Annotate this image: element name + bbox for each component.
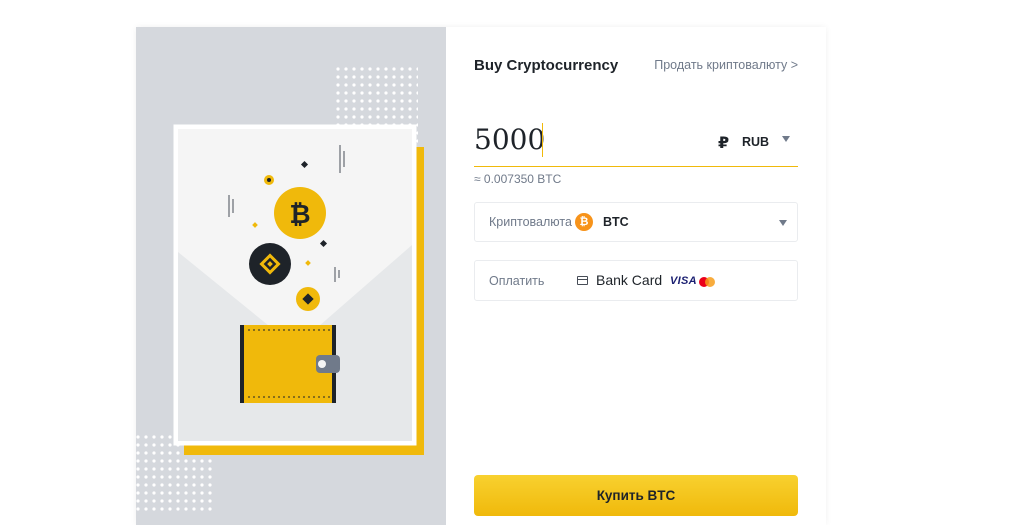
amount-field: ₽ RUB	[474, 119, 798, 167]
card-icon	[577, 276, 588, 285]
crypto-select-value: BTC	[603, 215, 629, 229]
buy-button[interactable]: Купить BTC	[474, 475, 798, 516]
bnb-coin-icon	[249, 243, 291, 285]
chevron-down-icon	[779, 220, 787, 226]
wallet-icon	[240, 325, 340, 403]
currency-chevron-down-icon[interactable]	[782, 136, 790, 142]
sell-crypto-link[interactable]: Продать криптовалюту >	[654, 58, 798, 72]
buy-form: Buy Cryptocurrency Продать криптовалюту …	[446, 27, 826, 525]
visa-logo-icon: VISA	[670, 275, 697, 287]
page-title: Buy Cryptocurrency	[474, 57, 619, 74]
currency-code[interactable]: RUB	[742, 135, 769, 149]
bitcoin-coin-icon: ₿	[274, 187, 326, 239]
crypto-select[interactable]: Криптовалюта ₿ BTC	[474, 202, 798, 242]
wallet-illustration: ₿	[136, 27, 446, 525]
amount-input[interactable]	[474, 119, 684, 159]
buy-crypto-card: ₿ Buy Cryptocurrency Продать криптовалют…	[136, 27, 826, 525]
mastercard-logo-icon	[699, 277, 715, 287]
payment-method-value: Bank Card	[596, 272, 663, 288]
small-coin-icon	[296, 287, 320, 311]
ruble-icon: ₽	[718, 135, 730, 152]
text-caret	[542, 123, 543, 157]
crypto-select-label: Криптовалюта	[489, 215, 572, 229]
svg-text:₿: ₿	[289, 199, 310, 229]
approx-crypto-amount: ≈ 0.007350 BTC	[474, 172, 562, 186]
payment-label: Оплатить	[489, 274, 545, 288]
bitcoin-icon: ₿	[575, 213, 593, 231]
payment-method-select[interactable]: Оплатить Bank Card VISA	[474, 260, 798, 301]
wallet-illustration-graphic: ₿	[136, 67, 424, 512]
